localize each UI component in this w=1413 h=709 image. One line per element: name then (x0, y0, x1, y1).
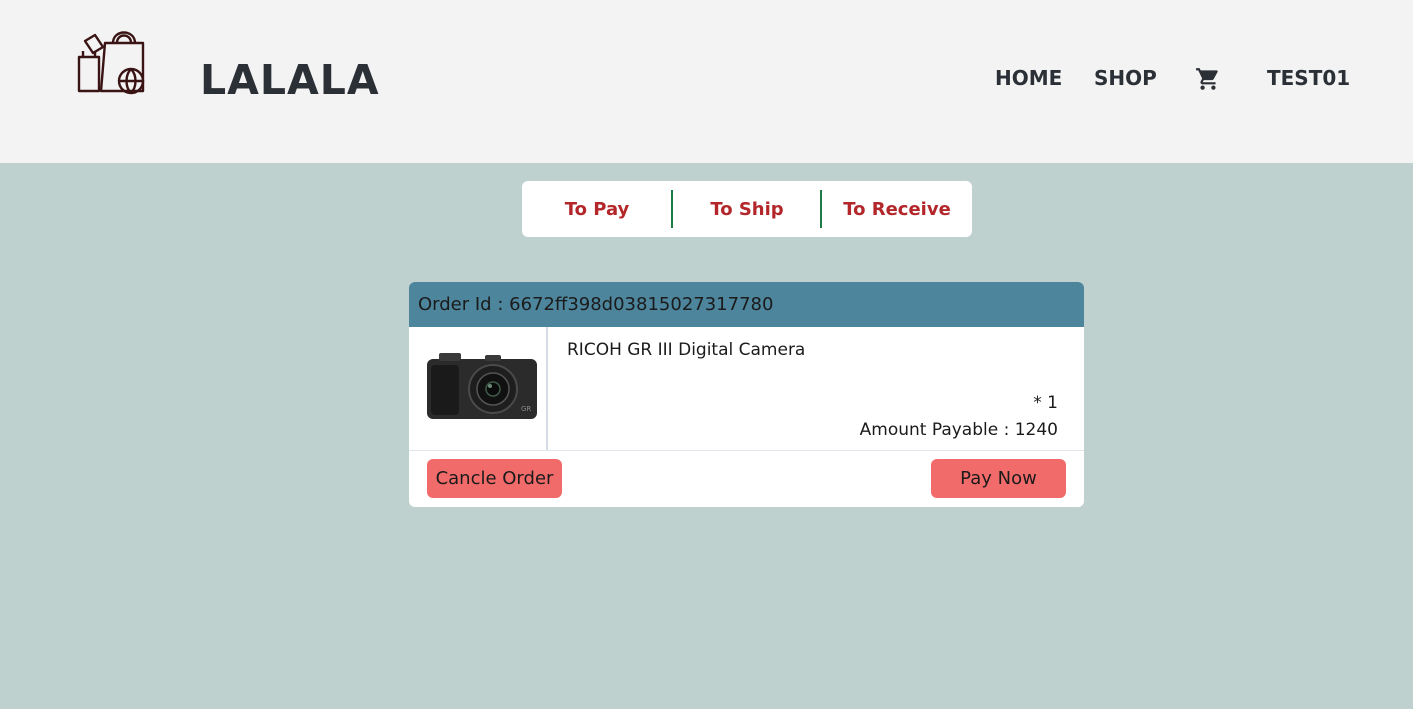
order-status-tabs: To Pay To Ship To Receive (522, 181, 972, 237)
camera-product-image[interactable]: GR (425, 353, 539, 423)
product-name[interactable]: RICOH GR III Digital Camera (567, 340, 805, 360)
order-item: GR RICOH GR III Digital Camera * 1 Amoun… (409, 327, 1084, 451)
tab-to-receive[interactable]: To Receive (822, 199, 972, 220)
site-header: LALALA HOME SHOP TEST01 (0, 0, 1413, 163)
pay-now-button[interactable]: Pay Now (931, 459, 1066, 498)
nav-home[interactable]: HOME (995, 66, 1062, 90)
tab-divider (820, 190, 822, 228)
order-id: Order Id : 6672ff398d03815027317780 (409, 282, 1084, 327)
cart-icon[interactable] (1195, 66, 1221, 92)
shopping-bags-logo-icon[interactable] (77, 27, 147, 95)
product-quantity: * 1 (1033, 393, 1058, 413)
svg-text:GR: GR (521, 405, 531, 413)
tab-to-ship[interactable]: To Ship (672, 199, 822, 220)
tab-divider (671, 190, 673, 228)
brand-title[interactable]: LALALA (200, 56, 380, 104)
order-card: Order Id : 6672ff398d03815027317780 GR R… (409, 282, 1084, 507)
product-image-cell: GR (409, 327, 548, 450)
cancel-order-button[interactable]: Cancle Order (427, 459, 562, 498)
order-summary: * 1 Amount Payable : 1240 (860, 390, 1058, 444)
nav-shop[interactable]: SHOP (1094, 66, 1157, 90)
amount-payable: Amount Payable : 1240 (859, 420, 1058, 440)
tab-to-pay[interactable]: To Pay (522, 199, 672, 220)
nav-user-account[interactable]: TEST01 (1267, 66, 1350, 90)
